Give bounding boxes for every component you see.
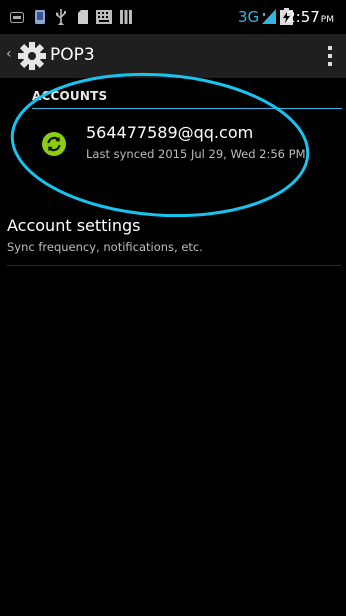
clock-time: 2:57 [286,8,320,26]
notification-icon [10,12,24,23]
clock-ampm: PM [320,15,334,25]
list-divider [7,265,341,266]
usb-icon [56,9,66,25]
page-title: POP3 [50,45,95,65]
sd-card-icon [78,10,88,24]
section-divider [32,108,342,109]
account-last-synced: Last synced 2015 Jul 29, Wed 2:56 PM [86,147,306,161]
account-settings-subtitle: Sync frequency, notifications, etc. [7,240,203,254]
overflow-menu-icon[interactable] [324,42,336,70]
clock: 2:57PM [286,8,334,26]
status-bar: 3G 2:57PM [0,0,346,34]
account-list-item[interactable]: 564477589@qq.com Last synced 2015 Jul 29… [0,116,346,182]
network-type-label: 3G [238,8,260,26]
action-bar: ‹ POP3 [0,34,346,78]
account-settings-item[interactable]: Account settings Sync frequency, notific… [0,216,346,266]
up-navigation-icon[interactable]: ‹ [6,46,12,62]
phone-icon [35,10,45,24]
sync-icon [42,132,66,156]
account-email: 564477589@qq.com [86,123,254,142]
signal-icon [262,9,276,24]
keyboard-icon [96,10,112,24]
account-settings-title: Account settings [7,216,141,235]
gear-icon[interactable] [16,40,48,72]
bars-icon [120,10,132,24]
accounts-section-title: ACCOUNTS [32,89,108,103]
